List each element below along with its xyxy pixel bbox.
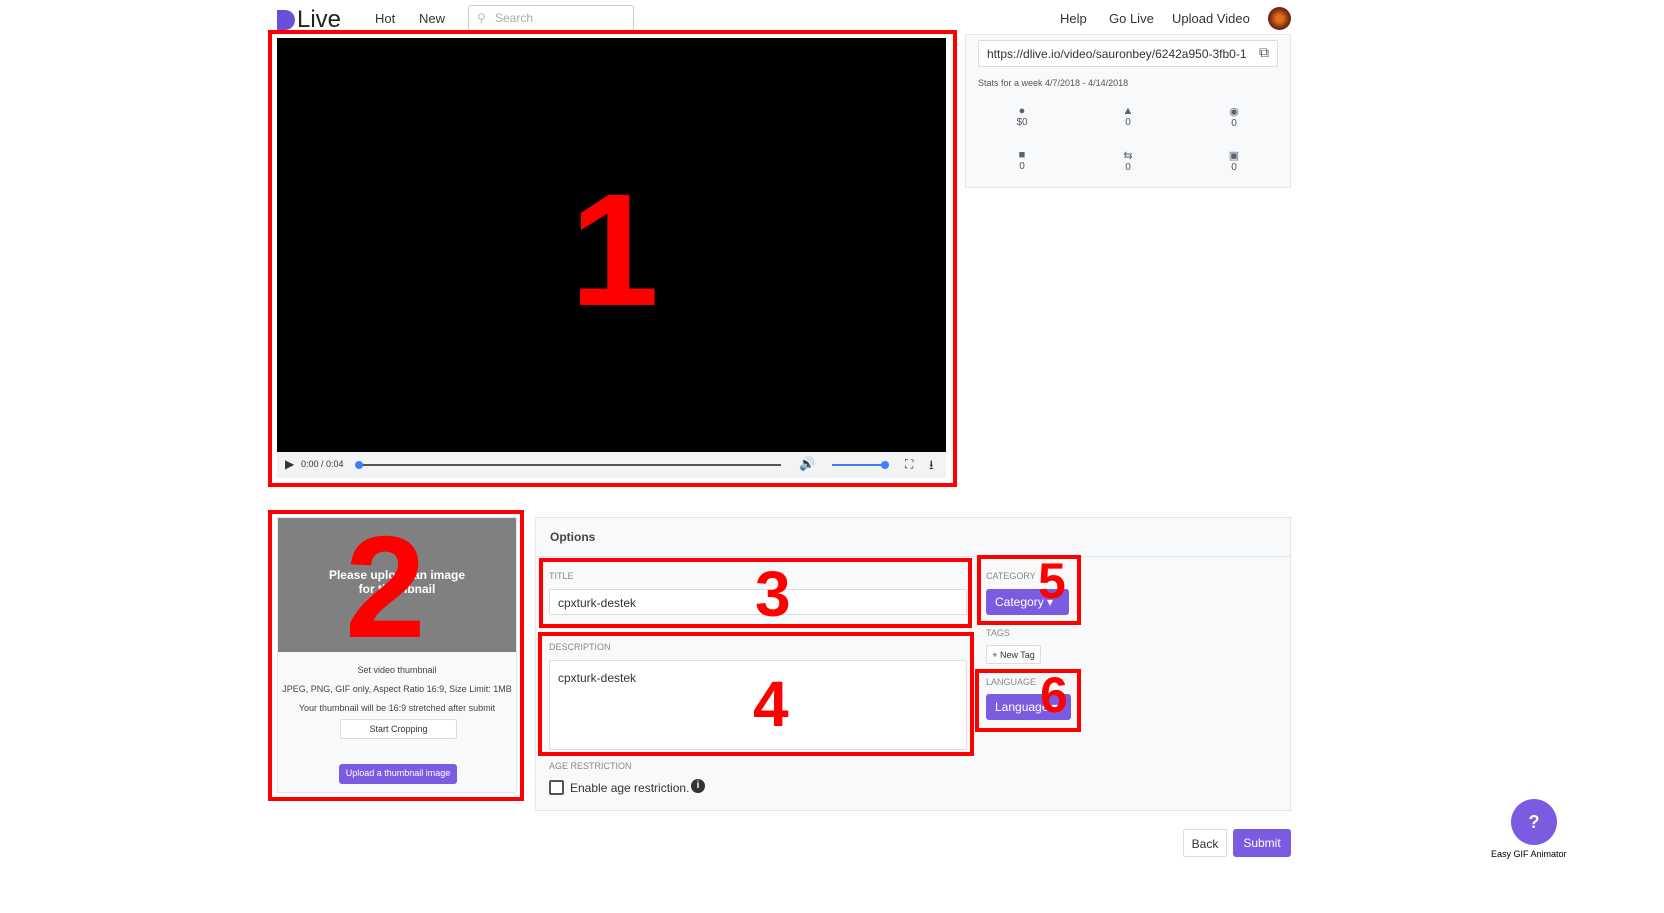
video-url-field[interactable]: https://dlive.io/video/sauronbey/6242a95… (978, 40, 1278, 67)
nav-help[interactable]: Help (1060, 11, 1087, 26)
dollar-icon: ● (1018, 105, 1026, 117)
avatar[interactable] (1268, 7, 1291, 30)
search-input[interactable]: ⚲ Search (468, 5, 634, 31)
help-button[interactable]: ? (1511, 799, 1557, 845)
repost-icon: ⇆ (1123, 150, 1133, 162)
back-button[interactable]: Back (1183, 829, 1227, 857)
annotation-number-3: 3 (755, 558, 791, 630)
gift-icon: ▣ (1228, 150, 1240, 162)
submit-button[interactable]: Submit (1233, 829, 1291, 857)
stat-value: 0 (1019, 161, 1025, 172)
annotation-number-5: 5 (1038, 553, 1066, 609)
stat-value: 0 (1125, 117, 1131, 128)
watermark: Easy GIF Animator (1491, 849, 1567, 859)
stat-value: $0 (1016, 117, 1028, 128)
nav-go-live[interactable]: Go Live (1109, 11, 1154, 26)
new-tag-button[interactable]: + New Tag (986, 645, 1041, 664)
annotation-number-4: 4 (753, 668, 789, 740)
annotation-number-2: 2 (345, 506, 426, 668)
nav-upload-video[interactable]: Upload Video (1172, 11, 1250, 26)
copy-icon[interactable]: ⧉ (1259, 44, 1269, 61)
age-restriction-label: AGE RESTRICTION (549, 761, 632, 771)
stat-views: ◉ 0 (1184, 105, 1284, 129)
search-icon: ⚲ (477, 11, 486, 25)
nav-hot[interactable]: Hot (375, 11, 395, 26)
age-restriction-checkbox[interactable] (549, 780, 564, 795)
divider (536, 556, 1290, 557)
stat-value: 0 (1125, 162, 1131, 173)
search-placeholder: Search (495, 11, 534, 25)
stats-panel: https://dlive.io/video/sauronbey/6242a95… (965, 34, 1291, 188)
tags-label: TAGS (986, 628, 1010, 638)
stat-comments: ■ 0 (972, 149, 1072, 172)
thumbs-up-icon: ▲ (1122, 105, 1134, 117)
stats-title: Stats for a week 4/7/2018 - 4/14/2018 (978, 78, 1129, 88)
annotation-number-6: 6 (1040, 667, 1068, 723)
logo-mark (277, 10, 295, 30)
info-icon[interactable]: i (691, 779, 705, 793)
nav-new[interactable]: New (419, 11, 445, 26)
comment-icon: ■ (1018, 149, 1026, 161)
stat-likes: ▲ 0 (1078, 105, 1178, 128)
stat-gifts: ▣ 0 (1184, 149, 1284, 173)
stat-value: 0 (1231, 118, 1237, 129)
options-title: Options (550, 530, 596, 544)
annotation-number-1: 1 (570, 160, 659, 339)
stat-reposts: ⇆ 0 (1078, 149, 1178, 173)
eye-icon: ◉ (1229, 106, 1239, 118)
stat-earnings: ● $0 (972, 105, 1072, 128)
age-restriction-text: Enable age restriction. (570, 781, 690, 795)
stat-value: 0 (1231, 162, 1237, 173)
